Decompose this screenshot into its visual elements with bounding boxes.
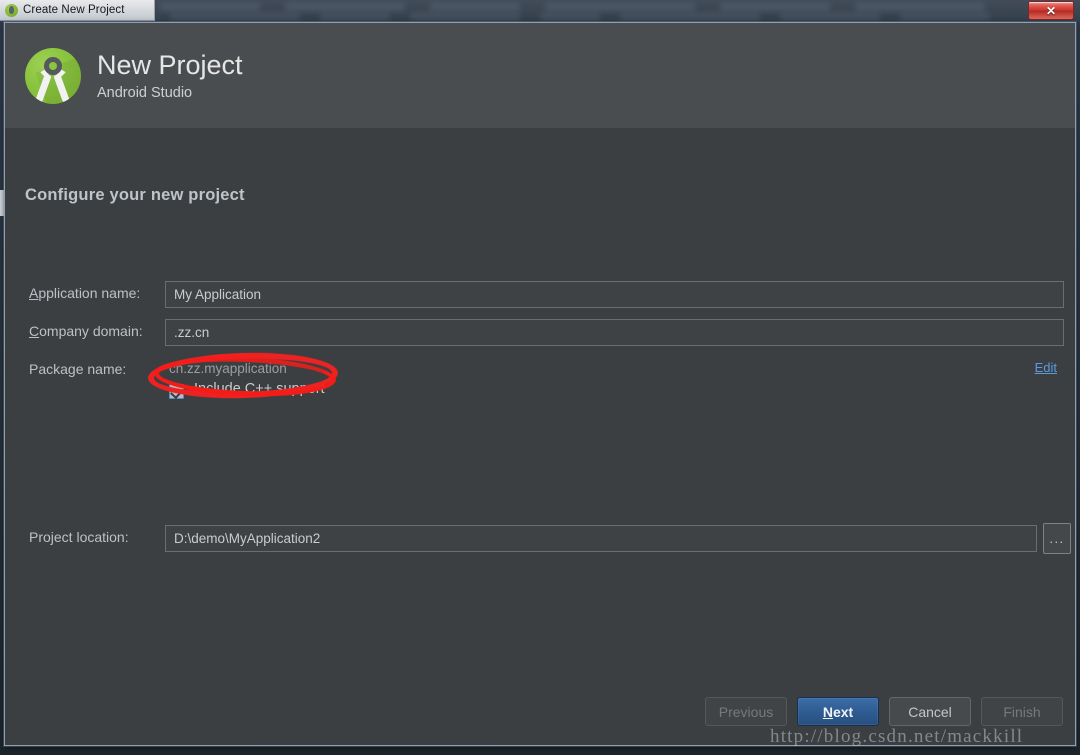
create-new-project-dialog: New Project Android Studio Configure you… [4, 22, 1076, 746]
row-company-domain: Company domain: .zz.cn [5, 319, 1075, 348]
include-cpp-checkbox[interactable] [169, 384, 184, 399]
wizard-subtitle: Android Studio [97, 84, 193, 101]
window-title-tab: Create New Project [0, 0, 155, 21]
cancel-button[interactable]: Cancel [889, 697, 971, 726]
android-studio-icon [5, 3, 18, 17]
application-name-input[interactable]: My Application [165, 281, 1064, 308]
finish-button[interactable]: Finish [981, 697, 1063, 726]
package-name-label: Package name: [29, 361, 127, 377]
wizard-header: New Project Android Studio [5, 23, 1075, 128]
previous-button[interactable]: Previous [705, 697, 787, 726]
company-domain-input[interactable]: .zz.cn [165, 319, 1064, 346]
application-name-label: Application name: [29, 285, 141, 301]
page-title: Configure your new project [25, 186, 245, 204]
window-titlebar: Create New Project ✕ [0, 0, 1080, 22]
dialog-footer: Previous Next Cancel Finish [5, 697, 1075, 737]
close-button[interactable]: ✕ [1028, 1, 1074, 20]
mnemonic-n: N [822, 703, 833, 720]
project-location-label: Project location: [29, 529, 129, 545]
edit-package-link[interactable]: Edit [1035, 360, 1057, 375]
include-cpp-label: Include C++ support [194, 381, 325, 397]
wizard-title: New Project [97, 50, 243, 81]
mnemonic-c: C [29, 323, 40, 339]
company-domain-label: Company domain: [29, 323, 143, 339]
close-icon: ✕ [1045, 3, 1057, 18]
project-location-input[interactable]: D:\demo\MyApplication2 [165, 525, 1037, 552]
package-name-value: cn.zz.myapplication [169, 361, 287, 376]
row-project-location: Project location: D:\demo\MyApplication2… [5, 523, 1075, 555]
browse-folder-button[interactable]: ... [1043, 523, 1071, 554]
next-button[interactable]: Next [797, 697, 879, 726]
row-application-name: Application name: My Application [5, 281, 1075, 310]
row-include-cpp-support: Include C++ support [5, 378, 1075, 408]
window-title-text: Create New Project [23, 4, 125, 16]
mnemonic-a: A [29, 285, 39, 301]
android-studio-logo-icon [25, 47, 81, 104]
